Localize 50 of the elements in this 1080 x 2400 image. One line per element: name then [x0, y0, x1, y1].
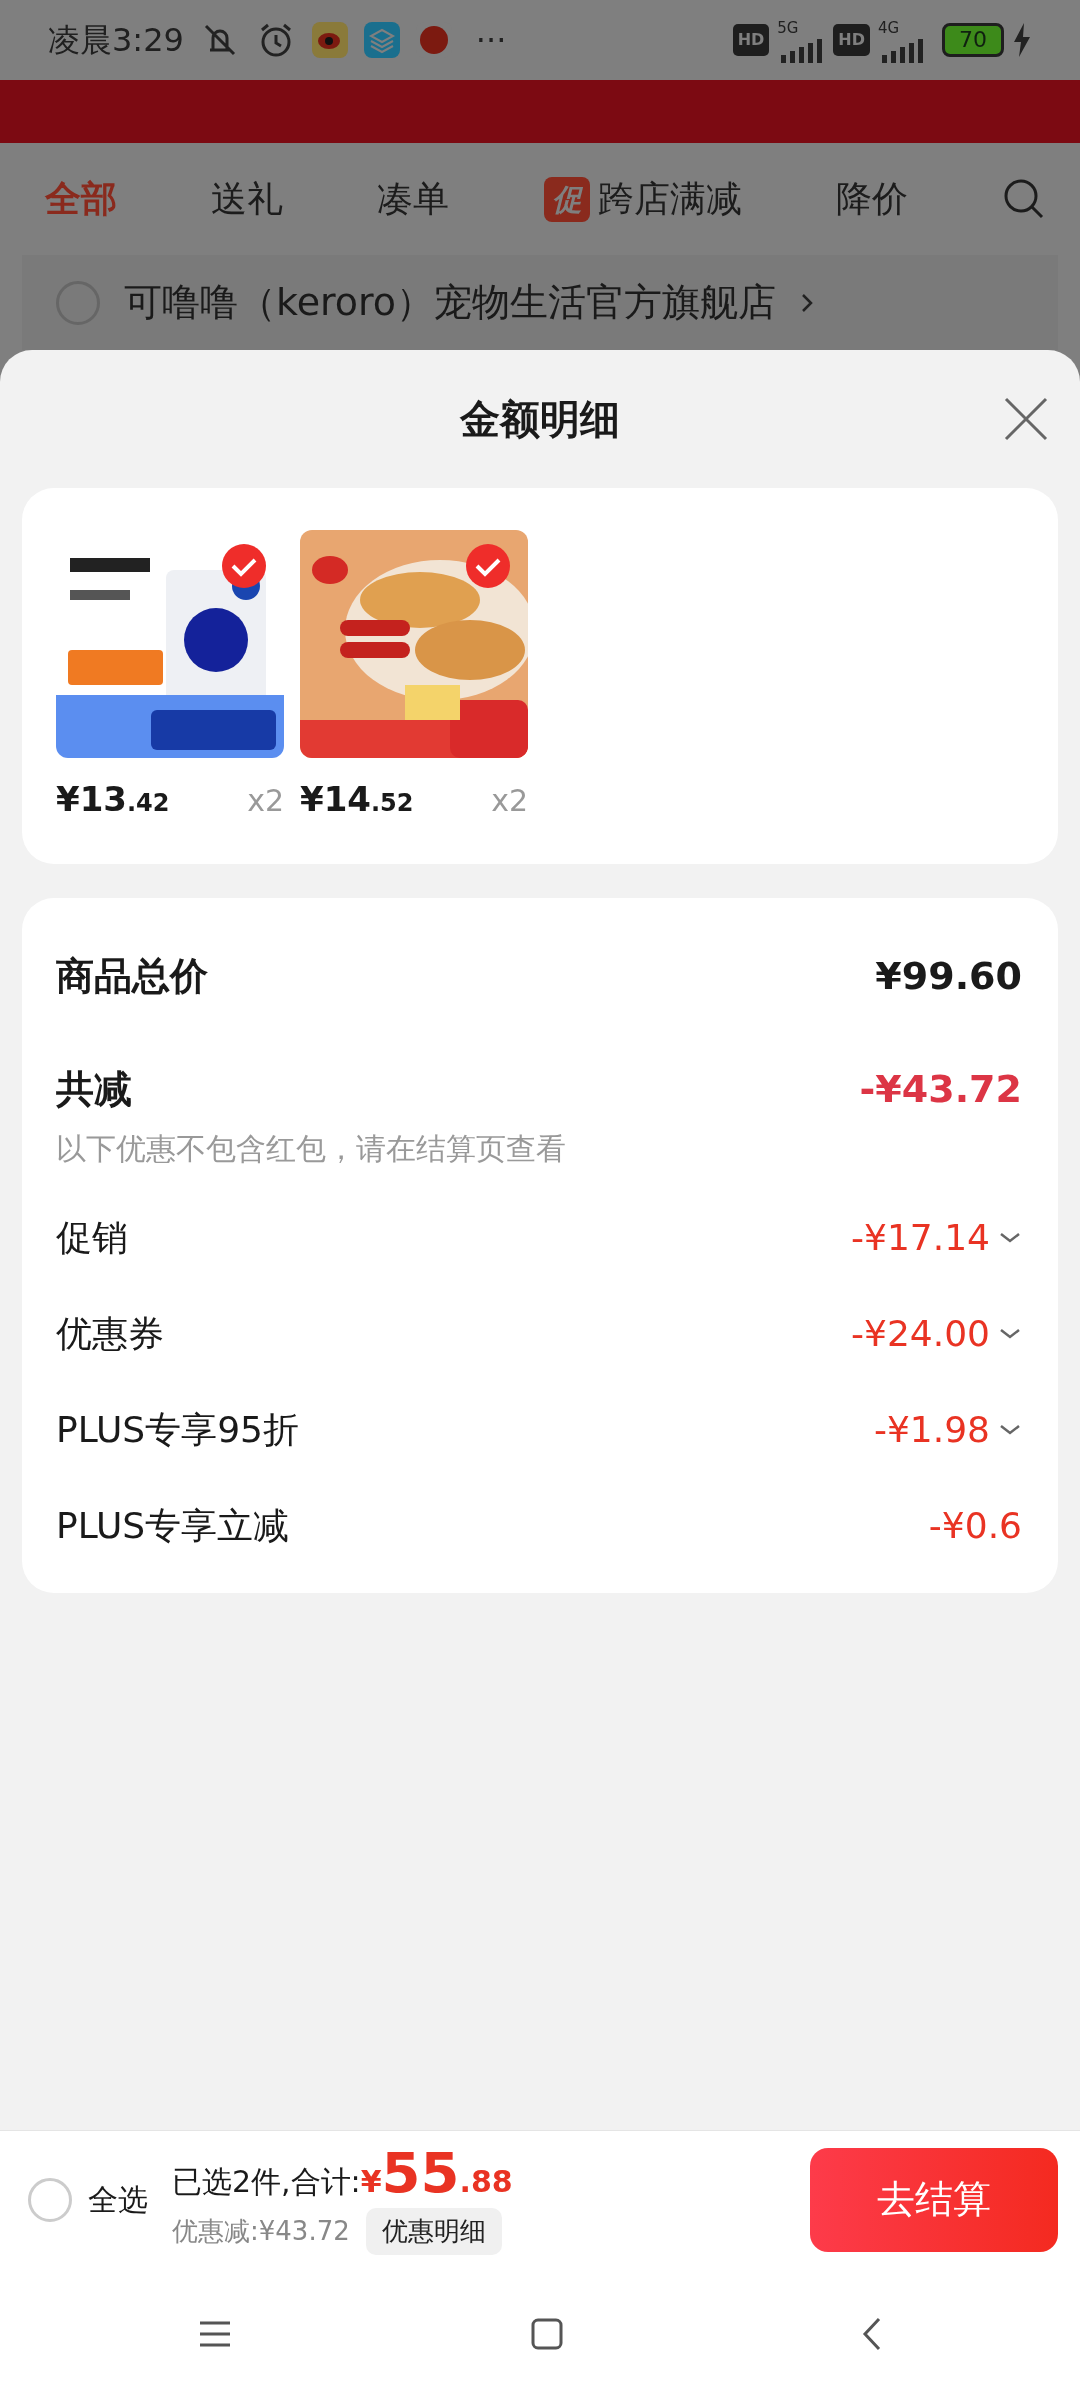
filter-tab[interactable]: 送礼: [211, 172, 284, 226]
checkout-button[interactable]: 去结算: [810, 2147, 1058, 2252]
status-time: 凌晨3:29: [48, 20, 184, 61]
check-icon[interactable]: [466, 544, 510, 588]
sheet-title: 金额明细: [460, 395, 620, 444]
select-all-checkbox[interactable]: [28, 2177, 72, 2222]
summary-label: PLUS专享立减: [56, 1504, 290, 1548]
item-quantity: x2: [247, 782, 284, 820]
summary-amount: ¥99.60: [875, 953, 1022, 1000]
menu-icon[interactable]: [197, 2320, 232, 2348]
network-type: 5G: [777, 17, 799, 39]
discount-detail-button[interactable]: 优惠明细: [365, 2207, 502, 2255]
summary-amount: -¥0.6: [928, 1504, 1022, 1548]
filter-tab[interactable]: 全部: [45, 172, 117, 226]
summary-label: 促销: [56, 1216, 128, 1260]
discount-summary: 优惠减:¥43.72: [172, 2214, 350, 2248]
app-icon: [311, 22, 348, 58]
select-all-label[interactable]: 全选: [88, 2177, 148, 2222]
chevron-down-icon[interactable]: [998, 1327, 1022, 1341]
summary-note: 以下优惠不包含红包，请在结算页查看: [56, 1130, 567, 1168]
summary-amount: -¥43.72: [859, 1066, 1022, 1113]
total-price: ¥55.88: [360, 2144, 513, 2204]
summary-label: 优惠券: [56, 1312, 164, 1356]
battery-level: 70: [942, 23, 1004, 57]
hd-badge: HD: [732, 24, 770, 56]
item-price: ¥14.52: [300, 778, 414, 821]
promo-badge: 促: [543, 176, 590, 222]
summary-amount: -¥17.14: [851, 1216, 990, 1260]
more-icon: ···: [475, 16, 507, 64]
summary-label: PLUS专享95折: [56, 1408, 299, 1452]
filter-tab[interactable]: 促 跨店满减: [543, 172, 742, 226]
home-icon[interactable]: [531, 2318, 563, 2350]
item-quantity: x2: [491, 782, 528, 820]
charging-icon: [1012, 23, 1032, 57]
chevron-down-icon[interactable]: [998, 1423, 1022, 1437]
chevron-down-icon[interactable]: [998, 1231, 1022, 1245]
summary-label: 共减: [56, 1066, 132, 1113]
network-type: 4G: [878, 17, 900, 39]
summary-amount: -¥24.00: [851, 1312, 990, 1356]
summary-label: 商品总价: [56, 953, 208, 1000]
hd-badge: HD: [833, 24, 870, 56]
filter-tab[interactable]: 降价: [835, 172, 908, 226]
layers-icon: [363, 22, 400, 58]
summary-amount: -¥1.98: [873, 1408, 990, 1452]
close-icon[interactable]: [1002, 395, 1050, 443]
back-icon[interactable]: [862, 2317, 883, 2351]
selected-summary: 已选2件,合计:: [172, 2162, 361, 2201]
item-price: ¥13.42: [56, 778, 170, 821]
filter-tab[interactable]: 凑单: [377, 172, 450, 226]
check-icon[interactable]: [222, 544, 266, 588]
